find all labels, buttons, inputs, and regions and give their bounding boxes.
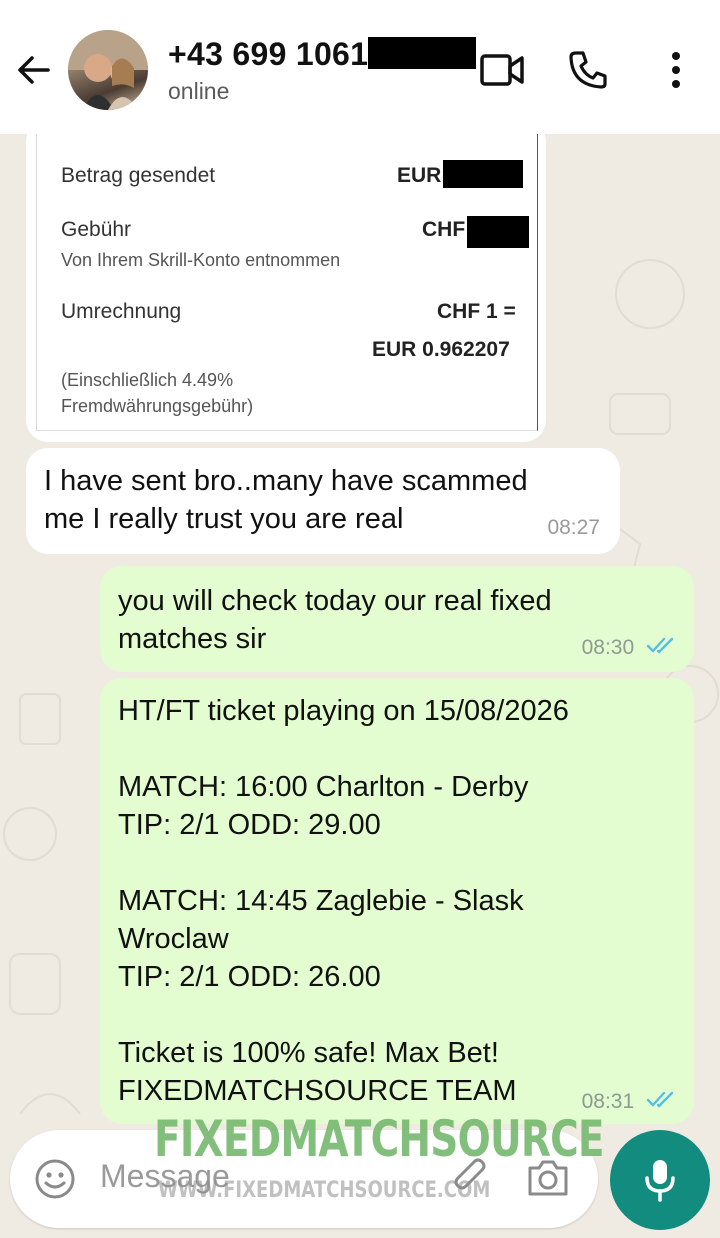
message-time: 08:27	[547, 516, 600, 539]
message-meta: 08:31	[582, 1090, 676, 1114]
message-text: HT/FT ticket playing on 15/08/2026 MATCH…	[118, 695, 569, 1107]
contact-name[interactable]: +43 699 1061	[168, 36, 477, 73]
fee-note: Von Ihrem Skrill-Konto entnommen	[61, 250, 341, 270]
redaction-bar	[467, 216, 529, 248]
message-time: 08:31	[581, 1089, 635, 1113]
amount-sent-label: Betrag gesendet	[61, 164, 216, 187]
phone-icon[interactable]	[568, 50, 608, 95]
emoji-icon[interactable]	[34, 1158, 76, 1205]
outgoing-message-bubble[interactable]: you will check today our real fixed matc…	[100, 566, 694, 672]
message-text: I have sent bro..many have scammed me I …	[44, 465, 528, 535]
footnote-line2: Fremdwährungsgebühr)	[61, 396, 254, 416]
more-vert-icon[interactable]	[666, 50, 686, 95]
receipt-image[interactable]: Betrag gesendet EUR Gebühr CHF Von Ihrem…	[36, 134, 538, 431]
chat-header: +43 699 1061 online	[0, 0, 720, 134]
contact-status: online	[168, 78, 230, 104]
fee-currency: CHF	[422, 218, 466, 241]
back-arrow-icon[interactable]	[14, 50, 54, 90]
message-input[interactable]: Message	[100, 1158, 230, 1195]
mic-icon	[642, 1158, 678, 1207]
message-time: 08:30	[581, 635, 635, 659]
outgoing-message-bubble[interactable]: HT/FT ticket playing on 15/08/2026 MATCH…	[100, 678, 694, 1124]
double-check-icon	[646, 636, 676, 660]
conversion-label: Umrechnung	[61, 300, 182, 323]
amount-sent-currency: EUR	[397, 164, 442, 187]
contact-avatar[interactable]	[68, 30, 148, 110]
mic-button[interactable]	[610, 1130, 710, 1230]
message-meta: 08:30	[582, 636, 676, 660]
video-call-icon[interactable]	[480, 52, 524, 93]
conversion-rate-line1: CHF 1 =	[437, 300, 516, 323]
incoming-message-bubble[interactable]: I have sent bro..many have scammed me I …	[26, 448, 620, 554]
redaction-bar	[443, 160, 523, 188]
contact-number: +43 699 1061	[168, 36, 369, 72]
conversion-rate-line2: EUR 0.962207	[372, 338, 510, 361]
double-check-icon	[646, 1090, 676, 1114]
fee-label: Gebühr	[61, 218, 132, 241]
footnote-line1: (Einschließlich 4.49%	[61, 370, 234, 390]
message-composer[interactable]: Message	[10, 1130, 598, 1228]
camera-icon[interactable]	[526, 1158, 570, 1203]
redaction-bar	[368, 37, 477, 69]
attach-icon[interactable]	[450, 1158, 492, 1205]
